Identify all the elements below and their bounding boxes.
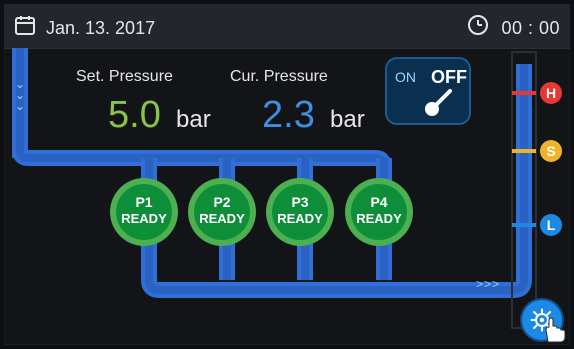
set-pressure-unit: bar [176, 106, 211, 133]
power-toggle[interactable]: ON OFF [385, 57, 471, 125]
pump-p2-status: READY [199, 211, 245, 226]
pump-p3-status: READY [277, 211, 323, 226]
pump-p1-status: READY [121, 211, 167, 226]
control-panel-screen: Jan. 13. 2017 00 : 00 ⌄ ⌄ ⌄ Set. Pressur… [4, 4, 570, 345]
cur-pressure-unit: bar [330, 106, 365, 133]
pump-p4-status: READY [356, 211, 402, 226]
pipe-diagram: ⌄ ⌄ ⌄ [12, 48, 537, 329]
sensor-l-indicator: L [540, 214, 562, 236]
set-pressure-value[interactable]: 5.0 [108, 96, 161, 134]
pump-p3[interactable]: P3 READY [272, 184, 328, 240]
pump-p1[interactable]: P1 READY [116, 184, 172, 240]
toggle-on-label: ON [395, 69, 416, 85]
pump-p4-name: P4 [370, 194, 388, 210]
cur-pressure-label: Cur. Pressure [230, 68, 328, 85]
set-pressure-label: Set. Pressure [76, 68, 173, 85]
hand-pointer-icon [540, 316, 566, 345]
cur-pressure-value: 2.3 [262, 94, 315, 136]
toggle-lever-icon [422, 85, 462, 124]
pump-drops [141, 158, 392, 280]
pump-p3-name: P3 [291, 194, 309, 210]
sensor-s-indicator: S [540, 140, 562, 162]
inlet-chevron-3: ⌄ [15, 99, 25, 113]
pump-p2[interactable]: P2 READY [194, 184, 250, 240]
pump-p2-name: P2 [213, 194, 231, 210]
flow-direction-indicator: >>> [476, 277, 501, 291]
pump-p1-name: P1 [135, 194, 153, 210]
pump-drops-inner [145, 158, 388, 280]
sensor-h-indicator: H [540, 82, 562, 104]
pump-p4[interactable]: P4 READY [351, 184, 407, 240]
